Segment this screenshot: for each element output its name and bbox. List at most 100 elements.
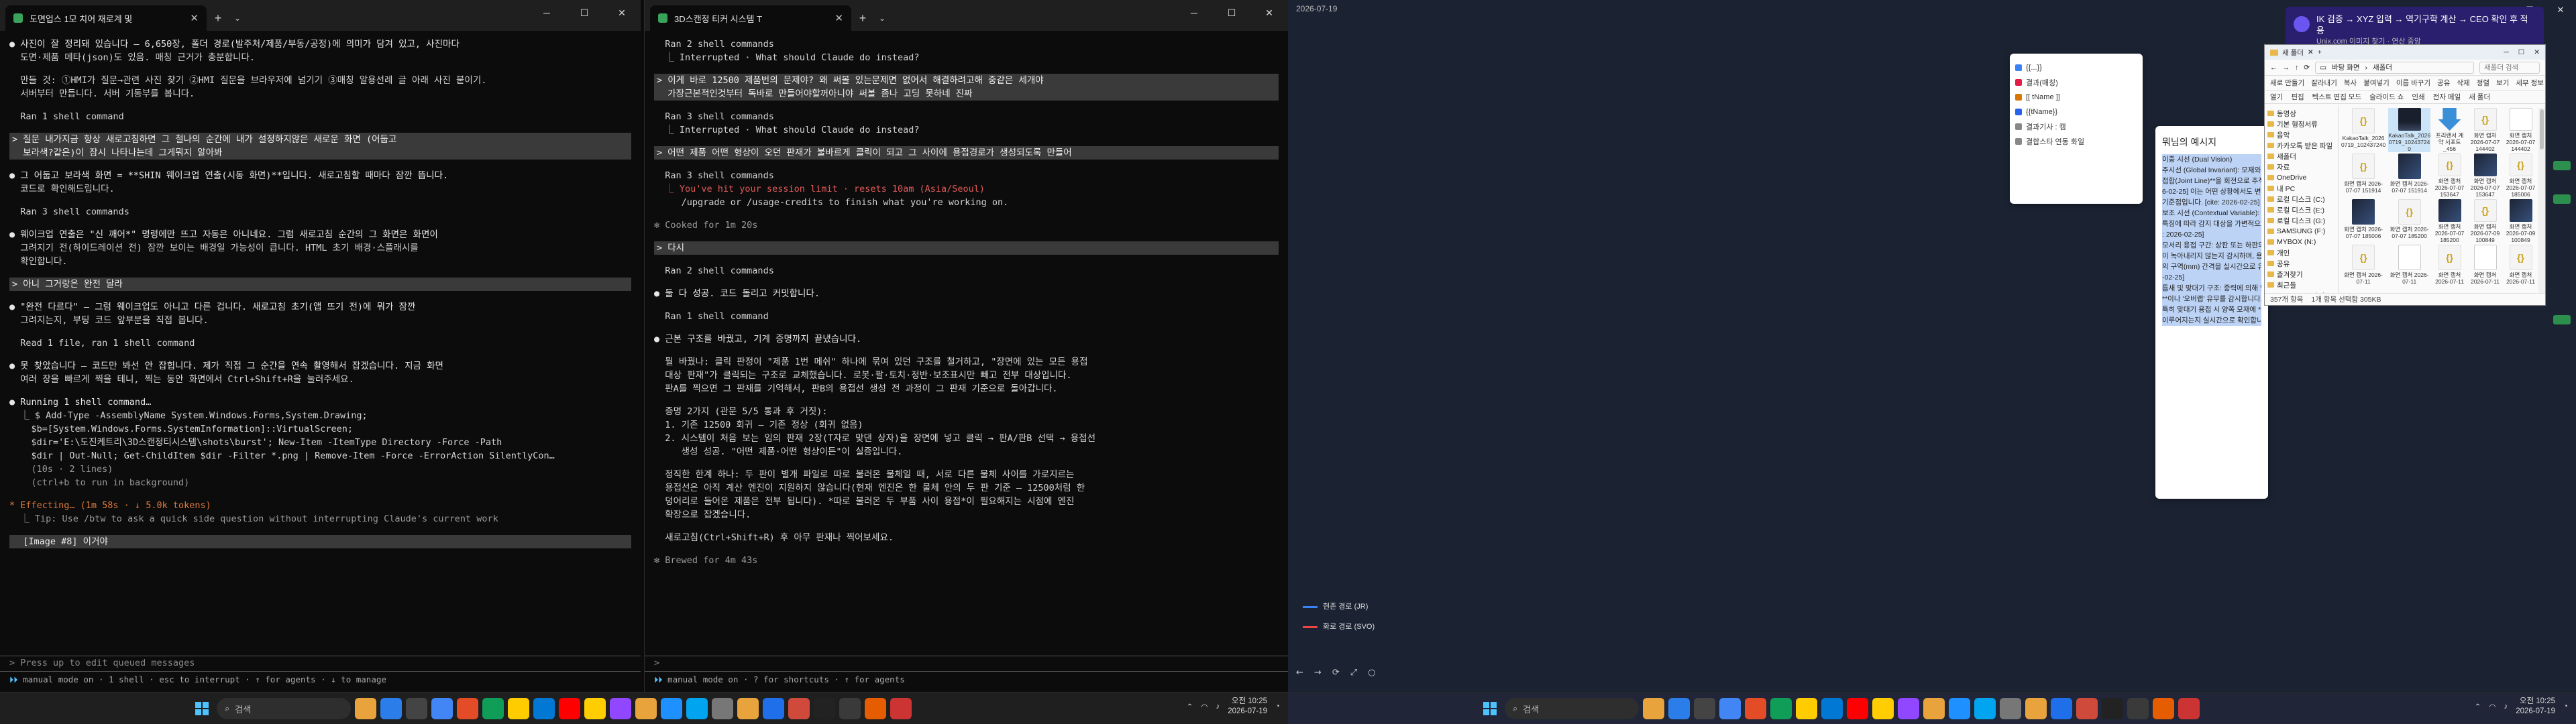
taskbar-app-icon[interactable]: [2025, 698, 2047, 719]
toolbar-button[interactable]: 인쇄: [2412, 92, 2424, 102]
nav-item[interactable]: 로컬 디스크 (E:): [2267, 204, 2335, 215]
new-tab-icon[interactable]: +: [207, 5, 229, 31]
file-item[interactable]: {} 화면 캡처 2026-07-11: [2341, 245, 2385, 289]
toolbar-button[interactable]: 열기: [2270, 92, 2283, 102]
taskbar-app-icon[interactable]: [1949, 698, 1970, 719]
nav-item[interactable]: 동영상: [2267, 108, 2335, 119]
maximize-icon[interactable]: ☐: [1213, 0, 1250, 25]
close-window-icon[interactable]: ✕: [2534, 48, 2540, 56]
nav-item[interactable]: 음악: [2267, 129, 2335, 140]
taskbar-app-icon[interactable]: [1643, 698, 1664, 719]
close-icon[interactable]: ✕: [190, 12, 199, 24]
taskbar-app-icon[interactable]: [559, 698, 580, 719]
windows-start-icon[interactable]: [191, 698, 213, 719]
taskbar-app-icon[interactable]: [584, 698, 606, 719]
chevron-down-icon[interactable]: ⌄: [229, 5, 246, 31]
popup-item[interactable]: {{...}}: [2015, 60, 2137, 75]
toolbar-button[interactable]: 정렬: [2477, 78, 2489, 88]
popup-item[interactable]: 결과기사 : 캠: [2015, 119, 2137, 134]
nav-item[interactable]: OneDrive: [2267, 172, 2335, 183]
file-item[interactable]: 화면 캡처 2026-07-09 100849: [2504, 199, 2537, 243]
breadcrumb-0[interactable]: 바탕 화면: [2332, 62, 2360, 72]
taskbar-app-icon[interactable]: [1898, 698, 1919, 719]
nav-item[interactable]: 로컬 디스크 (C:): [2267, 194, 2335, 204]
toolbar-button[interactable]: 슬라이드 쇼: [2369, 92, 2404, 102]
chevron-up-icon[interactable]: ⌃: [2475, 702, 2481, 711]
chevron-down-icon[interactable]: ⌄: [874, 5, 890, 31]
circle-icon[interactable]: ○: [1368, 668, 1375, 678]
new-tab-icon[interactable]: +: [2318, 48, 2322, 56]
toolbar-button[interactable]: 세부 정보: [2516, 78, 2544, 88]
terminal-tab[interactable]: 도면업스 1모 치어 재로계 및 ✕: [5, 5, 207, 31]
taskbar-app-icon[interactable]: [1974, 698, 1996, 719]
taskbar-app-icon[interactable]: [737, 698, 759, 719]
file-item[interactable]: 화면 캡처 2026-07-07 153647: [2469, 154, 2502, 198]
nav-item[interactable]: MYBOX (N:): [2267, 237, 2335, 247]
rail-button[interactable]: [2553, 161, 2571, 170]
taskbar-app-icon[interactable]: [610, 698, 631, 719]
taskbar-app-icon[interactable]: [1872, 698, 1894, 719]
nav-item[interactable]: 카카오톡 받은 파일: [2267, 140, 2335, 151]
maximize-icon[interactable]: ☐: [566, 0, 603, 25]
toolbar-button[interactable]: 전자 메일: [2433, 92, 2461, 102]
rail-button[interactable]: [2553, 315, 2571, 324]
taskbar-app-icon[interactable]: [1668, 698, 1690, 719]
prompt-input[interactable]: > Press up to edit queued messages: [0, 656, 641, 672]
back-icon[interactable]: ←: [1296, 668, 1303, 678]
windows-start-icon[interactable]: [1479, 698, 1501, 719]
toolbar-button[interactable]: 복사: [2344, 78, 2357, 88]
minimize-icon[interactable]: ─: [2504, 48, 2508, 56]
toolbar-button[interactable]: 새 폴더: [2469, 92, 2490, 102]
file-item[interactable]: {} 화면 캡처 2026-07-11: [2433, 245, 2466, 289]
taskbar-app-icon[interactable]: [1796, 698, 1817, 719]
wifi-icon[interactable]: ◠: [1201, 702, 1208, 711]
file-item[interactable]: 화면 캡처 2026-07-11: [2469, 245, 2502, 289]
taskbar-app-icon[interactable]: [431, 698, 453, 719]
taskbar-app-icon[interactable]: [2000, 698, 2021, 719]
taskbar-app-icon[interactable]: [865, 698, 886, 719]
file-item[interactable]: {} 화면 캡처 2026-07-07 153647: [2433, 154, 2466, 198]
file-item[interactable]: {} 화면 캡처 2026-07-07 185200: [2388, 199, 2430, 243]
file-item[interactable]: {} 화면 캡처 2026-07-09 100849: [2469, 199, 2502, 243]
address-bar[interactable]: ▭ 바탕 화면 › 새폴더: [2315, 61, 2474, 74]
forward-icon[interactable]: →: [2283, 64, 2290, 72]
nav-item[interactable]: 최근들: [2267, 280, 2335, 290]
rail-button[interactable]: [2553, 194, 2571, 204]
close-window-icon[interactable]: ✕: [2545, 0, 2576, 20]
volume-icon[interactable]: ♪: [1216, 703, 1220, 711]
file-item[interactable]: {} 화면 캡처 2026-07-07 151914: [2341, 154, 2385, 198]
taskbar-app-icon[interactable]: [1821, 698, 1843, 719]
taskbar-search[interactable]: ⌕ 검색: [1505, 698, 1639, 719]
nav-item[interactable]: 즐겨찾기: [2267, 269, 2335, 280]
taskbar-app-icon[interactable]: [1923, 698, 1945, 719]
file-item[interactable]: 화면 캡처 2026-07-07 185200: [2433, 199, 2466, 243]
nav-item[interactable]: 로컬 디스크 (G:): [2267, 215, 2335, 226]
bell-icon[interactable]: ◔: [1275, 703, 1280, 711]
bell-icon[interactable]: ◔: [2563, 703, 2568, 711]
back-icon[interactable]: ←: [2270, 64, 2277, 72]
taskbar-app-icon[interactable]: [482, 698, 504, 719]
clock[interactable]: 오전 10:25 2026-07-19: [2516, 697, 2555, 717]
fullscreen-icon[interactable]: ⤢: [1350, 668, 1357, 678]
minimize-icon[interactable]: ─: [1175, 0, 1213, 25]
file-item[interactable]: {} 화면 캡처 2026-07-07 144402: [2469, 108, 2502, 152]
taskbar-app-icon[interactable]: [2102, 698, 2123, 719]
taskbar-app-icon[interactable]: [839, 698, 861, 719]
up-icon[interactable]: ↑: [2295, 64, 2298, 72]
file-item[interactable]: {} KakaoTalk_2026 0719_102437240: [2341, 108, 2385, 152]
toolbar-button[interactable]: 새로 만들기: [2270, 78, 2304, 88]
taskbar-app-icon[interactable]: [508, 698, 529, 719]
file-item[interactable]: 화면 캡처 2026-07-07 185006: [2341, 199, 2385, 243]
toolbar-button[interactable]: 이름 바꾸기: [2396, 78, 2430, 88]
chevron-up-icon[interactable]: ⌃: [1187, 702, 1193, 711]
taskbar-app-icon[interactable]: [380, 698, 402, 719]
toolbar-button[interactable]: 보기: [2496, 78, 2509, 88]
prompt-input[interactable]: >: [645, 656, 1288, 672]
clock[interactable]: 오전 10:25 2026-07-19: [1228, 697, 1267, 717]
taskbar-app-icon[interactable]: [355, 698, 376, 719]
popup-item[interactable]: 결합스타 연동 화일: [2015, 134, 2137, 149]
terminal-tab[interactable]: 3D스캔정 티커 시스템 T ✕: [650, 5, 851, 31]
taskbar-app-icon[interactable]: [814, 698, 835, 719]
taskbar-app-icon[interactable]: [2076, 698, 2098, 719]
nav-item[interactable]: 기본 형정서류: [2267, 119, 2335, 129]
